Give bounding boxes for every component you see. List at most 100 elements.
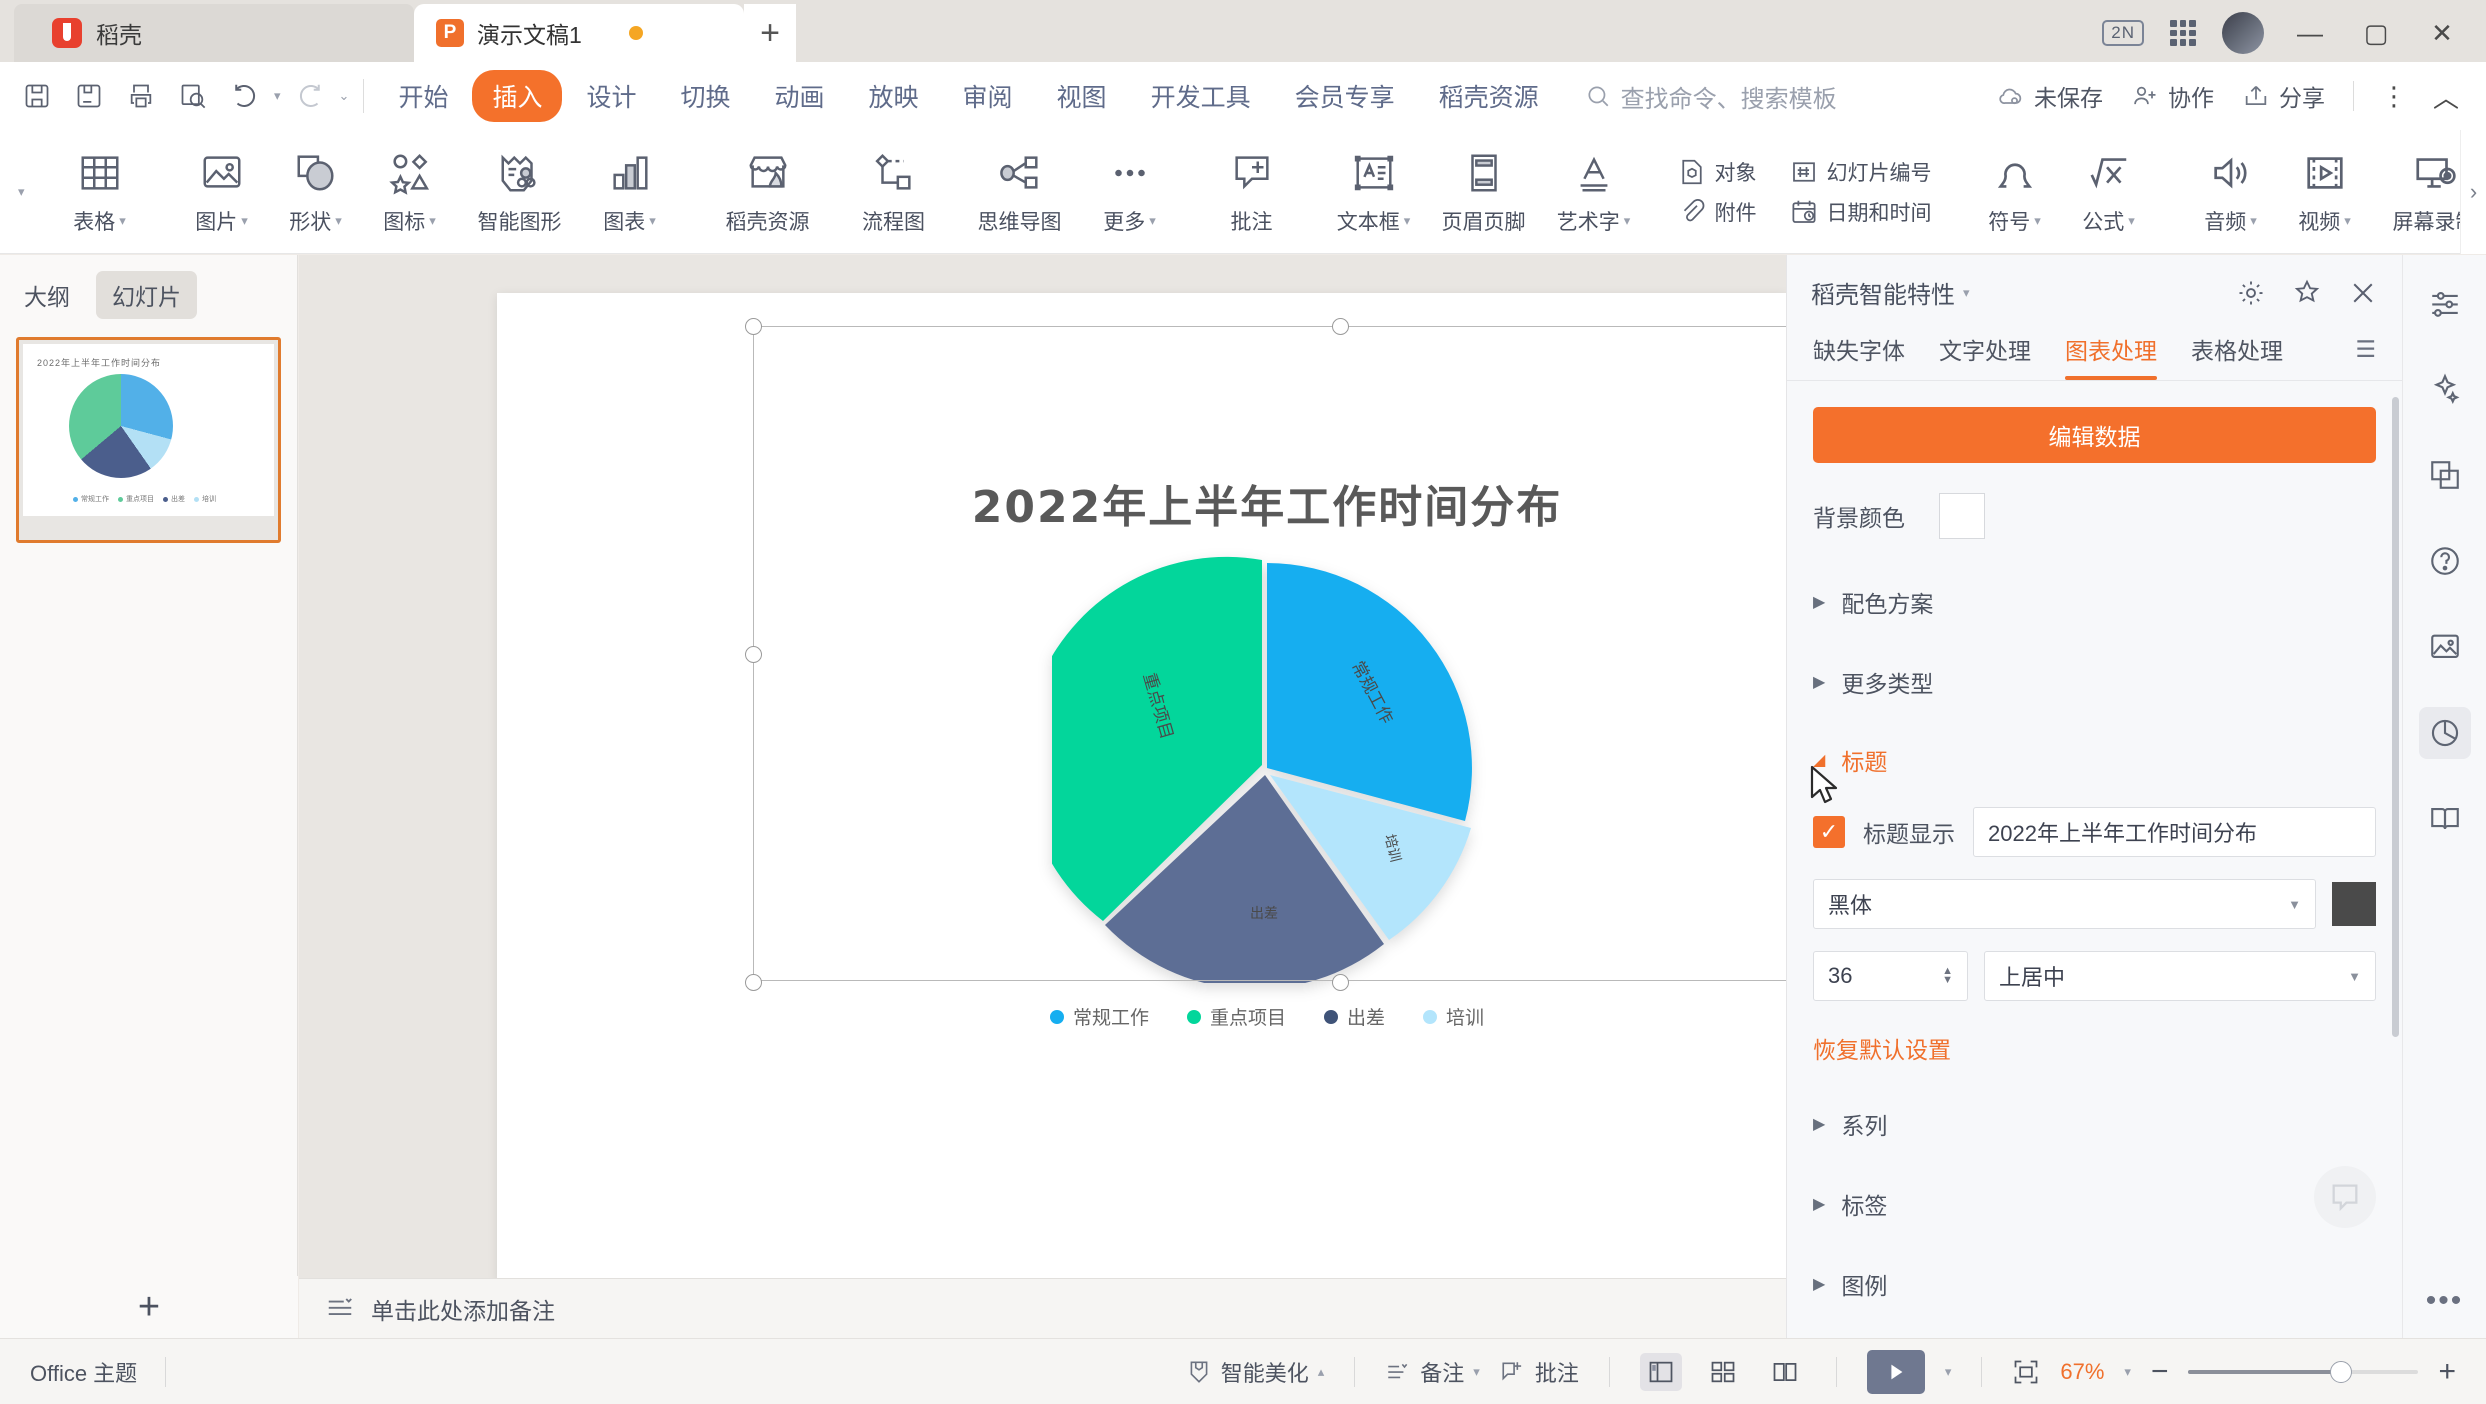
docer-resource-button[interactable]: 稻壳资源 — [705, 136, 831, 248]
close-icon[interactable] — [2348, 278, 2378, 308]
home-tab[interactable]: 稻壳 — [14, 4, 414, 62]
play-options-icon[interactable]: ▾ — [1945, 1364, 1952, 1380]
tab-会员专享[interactable]: 会员专享 — [1275, 70, 1415, 122]
section-more-types[interactable]: ▶ 更多类型 — [1813, 665, 2376, 699]
title-position-select[interactable]: 上居中 ▼ — [1984, 951, 2376, 1001]
insert-textbox-button[interactable]: 文本框 ▾ — [1327, 136, 1421, 248]
section-color-scheme[interactable]: ▶ 配色方案 — [1813, 585, 2376, 619]
resize-handle-bl[interactable] — [745, 974, 762, 991]
reset-default-link[interactable]: 恢复默认设置 — [1813, 1031, 2376, 1065]
maximize-button[interactable]: ▢ — [2356, 18, 2396, 49]
insert-comment-button[interactable]: 批注 — [1205, 136, 1299, 248]
insert-shape-button[interactable]: 形状 ▾ — [269, 136, 363, 248]
tab-放映[interactable]: 放映 — [849, 70, 939, 122]
zoom-out-button[interactable]: − — [2151, 1355, 2169, 1389]
sliders-icon[interactable] — [2419, 277, 2471, 329]
slide-thumbnail-1[interactable]: 2022年上半年工作时间分布 常规工作 重点项目 出差 培训 — [16, 337, 281, 543]
tab-开发工具[interactable]: 开发工具 — [1131, 70, 1271, 122]
legend-item-常规工作[interactable]: 常规工作 — [1049, 1003, 1149, 1030]
apps-grid-icon[interactable] — [2170, 20, 2196, 46]
resolution-badge[interactable]: 2N — [2102, 20, 2144, 46]
title-show-checkbox[interactable]: ✓ — [1813, 816, 1845, 848]
zoom-in-button[interactable]: + — [2438, 1355, 2456, 1389]
resize-handle-bc[interactable] — [1332, 974, 1349, 991]
panel-tab-missing-fonts[interactable]: 缺失字体 — [1813, 332, 1905, 380]
insert-attachment-button[interactable]: 附件 — [1677, 197, 1757, 227]
zoom-options-icon[interactable]: ▾ — [2124, 1364, 2131, 1380]
legend-item-重点项目[interactable]: 重点项目 — [1186, 1003, 1286, 1030]
zoom-slider[interactable] — [2188, 1360, 2419, 1383]
insert-object-button[interactable]: 对象 — [1677, 157, 1757, 187]
slide-surface[interactable]: 2022年上半年工作时间分布 常规工作 重点项目 出差 培训 常规工作 重点项目… — [497, 293, 1786, 1278]
notes-toggle-button[interactable]: 备注 ▾ — [1385, 1356, 1480, 1388]
close-button[interactable]: ✕ — [2422, 18, 2462, 49]
smart-beautify-button[interactable]: 智能美化 ▴ — [1186, 1356, 1324, 1388]
ribbon-expand-button[interactable]: › — [2460, 130, 2486, 254]
panel-tabs-menu-icon[interactable]: ☰ — [2355, 336, 2376, 377]
collaborate-button[interactable]: 协作 — [2123, 74, 2222, 118]
title-text-input[interactable]: 2022年上半年工作时间分布 — [1973, 807, 2376, 857]
tab-outline[interactable]: 大纲 — [8, 271, 86, 319]
section-series[interactable]: ▶ 系列 — [1813, 1107, 2376, 1141]
add-slide-button[interactable]: + — [0, 1276, 298, 1338]
insert-smartart-button[interactable]: 智能图形 — [457, 136, 583, 248]
customize-quick-access-icon[interactable]: ⌄ — [339, 88, 350, 104]
more-options-icon[interactable]: ⋮ — [2374, 81, 2414, 112]
magic-icon[interactable] — [2419, 363, 2471, 415]
section-legend[interactable]: ▶ 图例 — [1813, 1267, 2376, 1301]
insert-video-button[interactable]: 视频 ▾ — [2278, 136, 2372, 248]
chart-tools-icon[interactable] — [2418, 707, 2471, 759]
gear-icon[interactable] — [2236, 278, 2266, 308]
section-labels[interactable]: ▶ 标签 — [1813, 1187, 2376, 1221]
mindmap-button[interactable]: 思维导图 — [957, 136, 1083, 248]
search-command-box[interactable]: 查找命令、搜索模板 — [1585, 79, 1837, 114]
tab-切换[interactable]: 切换 — [660, 70, 750, 122]
document-tab[interactable]: P 演示文稿1 — [414, 4, 744, 62]
rail-more-icon[interactable]: ••• — [2426, 1284, 2464, 1318]
avatar[interactable] — [2222, 12, 2264, 54]
edit-data-button[interactable]: 编辑数据 — [1813, 407, 2376, 463]
print-icon[interactable] — [118, 73, 164, 119]
tab-稻壳资源[interactable]: 稻壳资源 — [1419, 70, 1559, 122]
panel-tab-chart-processing[interactable]: 图表处理 — [2065, 332, 2157, 380]
tab-设计[interactable]: 设计 — [566, 70, 656, 122]
resize-handle-tl[interactable] — [745, 318, 762, 335]
zoom-level-label[interactable]: 67% — [2060, 1359, 2104, 1385]
insert-picture-button[interactable]: 图片 ▾ — [175, 136, 269, 248]
more-insert-button[interactable]: 更多 ▾ — [1083, 136, 1177, 248]
help-icon[interactable] — [2419, 535, 2471, 587]
sorter-view-icon[interactable] — [1702, 1353, 1744, 1391]
theme-label[interactable]: Office 主题 — [30, 1356, 137, 1388]
legend-item-培训[interactable]: 培训 — [1423, 1003, 1484, 1030]
tab-动画[interactable]: 动画 — [755, 70, 845, 122]
insert-datetime-button[interactable]: 日期和时间 — [1789, 197, 1932, 227]
insert-audio-button[interactable]: 音频 ▾ — [2184, 136, 2278, 248]
undo-icon[interactable] — [222, 73, 268, 119]
undo-caret-icon[interactable]: ▾ — [274, 88, 281, 104]
new-tab-button[interactable]: + — [744, 4, 796, 62]
book-icon[interactable] — [2419, 793, 2471, 845]
picture-tools-icon[interactable] — [2419, 621, 2471, 673]
panel-title-group[interactable]: 稻壳智能特性 ▾ — [1811, 275, 1970, 310]
tab-开始[interactable]: 开始 — [378, 70, 468, 122]
insert-symbol-button[interactable]: 符号 ▾ — [1968, 136, 2062, 248]
title-font-size-stepper[interactable]: 36 ▲ ▼ — [1813, 951, 1968, 1001]
save-icon[interactable] — [14, 73, 60, 119]
comment-toggle-button[interactable]: 批注 — [1500, 1356, 1579, 1388]
zoom-slider-knob[interactable] — [2330, 1360, 2353, 1383]
header-footer-button[interactable]: 页眉页脚 — [1421, 136, 1547, 248]
feedback-chat-icon[interactable] — [2314, 1166, 2376, 1228]
normal-view-icon[interactable] — [1639, 1352, 1682, 1391]
fit-slide-icon[interactable] — [2012, 1358, 2040, 1386]
share-button[interactable]: 分享 — [2234, 74, 2333, 118]
play-slideshow-button[interactable] — [1866, 1349, 1925, 1394]
notes-bar[interactable]: 单击此处添加备注 — [299, 1278, 1786, 1338]
legend-item-出差[interactable]: 出差 — [1324, 1003, 1385, 1030]
minimize-button[interactable]: — — [2290, 18, 2330, 49]
duplicate-icon[interactable] — [2419, 449, 2471, 501]
panel-scrollbar[interactable] — [2392, 397, 2399, 1037]
collapse-ribbon-icon[interactable]: ︿ — [2426, 78, 2466, 115]
insert-table-button[interactable]: 表格 ▾ — [53, 136, 147, 248]
title-font-select[interactable]: 黑体 ▼ — [1813, 879, 2316, 929]
ribbon-scroll-left-icon[interactable]: ▾ — [18, 184, 25, 200]
